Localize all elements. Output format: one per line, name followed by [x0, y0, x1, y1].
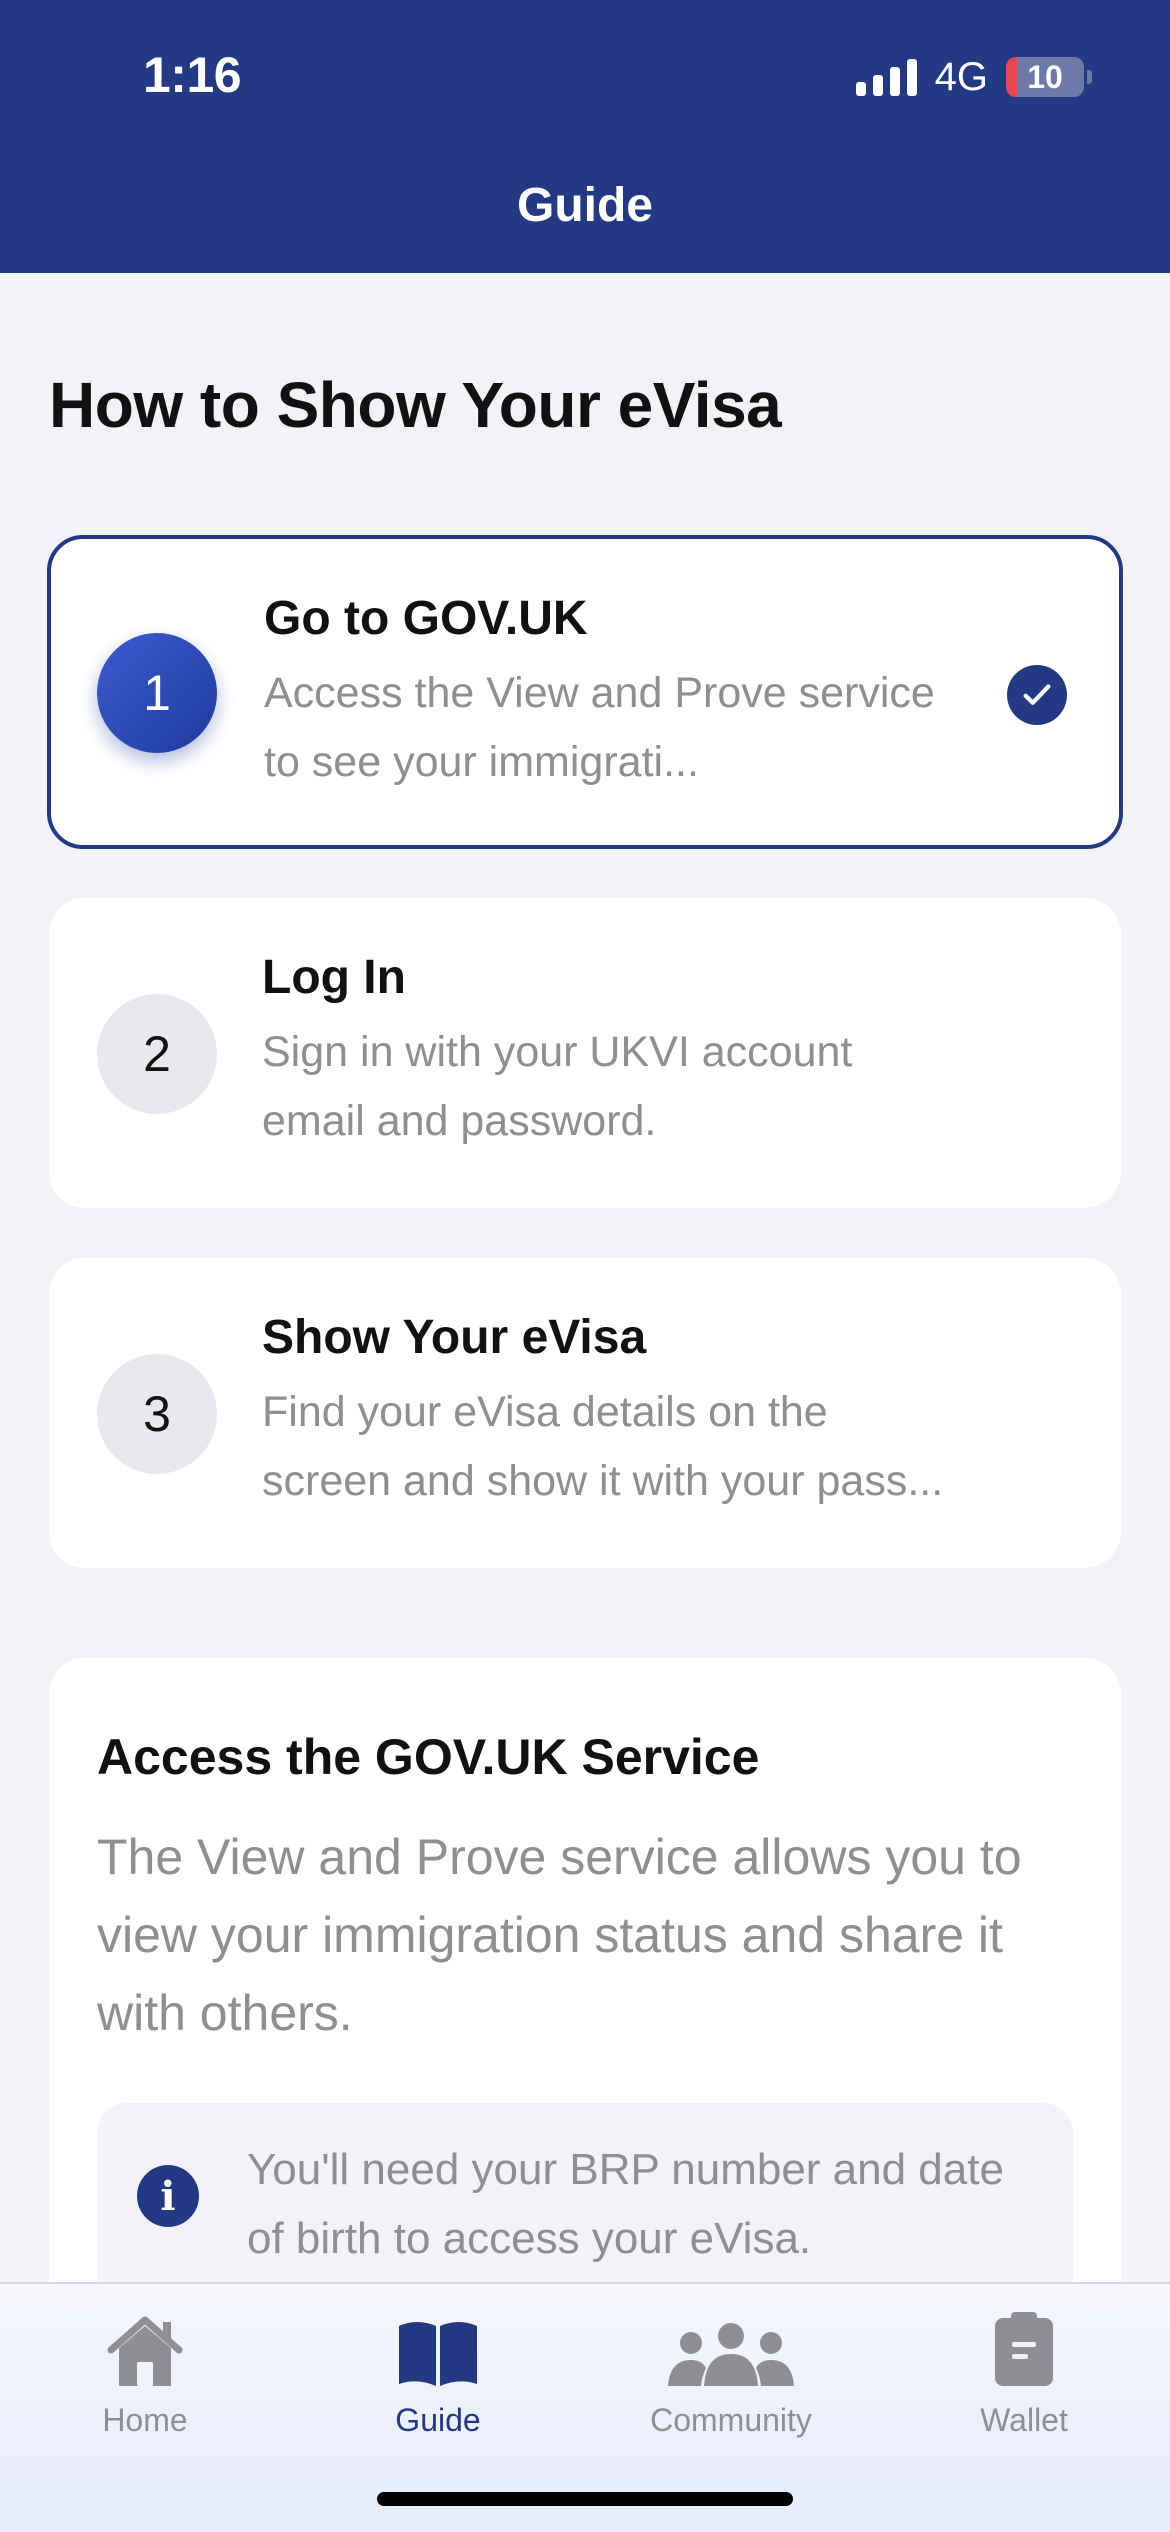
home-indicator[interactable]	[377, 2492, 793, 2506]
battery-level: 10	[1027, 58, 1063, 95]
nav-title: Guide	[516, 179, 653, 232]
step-card-1[interactable]: 1 Go to GOV.UK Access the View and Prove…	[47, 535, 1123, 849]
screen: 1:16 4G 10 Guide How to Show Your eVisa …	[0, 0, 1170, 2532]
check-icon	[1007, 665, 1067, 725]
book-icon	[323, 2304, 553, 2388]
content: How to Show Your eVisa 1 Go to GOV.UK Ac…	[0, 273, 1170, 2358]
tab-home[interactable]: Home	[30, 2304, 260, 2439]
tab-label: Community	[650, 2402, 812, 2438]
tab-label: Guide	[395, 2402, 481, 2438]
step-card-2[interactable]: 2 Log In Sign in with your UKVI account …	[49, 898, 1121, 1208]
step-description: Find your eVisa details on the screen an…	[262, 1388, 944, 1505]
status-indicators: 4G 10	[855, 54, 1092, 100]
step-number: 1	[97, 633, 217, 753]
step-title: Show Your eVisa	[262, 1311, 647, 1364]
info-card-title: Access the GOV.UK Service	[97, 1729, 760, 1785]
home-icon	[30, 2304, 260, 2388]
info-card: Access the GOV.UK Service The View and P…	[49, 1658, 1121, 2358]
step-card-3[interactable]: 3 Show Your eVisa Find your eVisa detail…	[49, 1258, 1121, 1568]
step-description: Sign in with your UKVI account email and…	[262, 1028, 853, 1145]
signal-icon	[855, 58, 917, 96]
info-card-body: The View and Prove service allows you to…	[97, 1829, 1022, 2041]
people-icon	[616, 2304, 846, 2388]
wallet-icon	[909, 2304, 1139, 2388]
step-number: 3	[97, 1354, 217, 1474]
tab-guide[interactable]: Guide	[323, 2304, 553, 2439]
step-title: Go to GOV.UK	[264, 592, 588, 645]
status-time: 1:16	[143, 47, 242, 103]
info-icon: i	[137, 2165, 199, 2227]
tab-wallet[interactable]: Wallet	[909, 2304, 1139, 2439]
battery-icon: 10	[1006, 57, 1092, 97]
page-title: How to Show Your eVisa	[49, 369, 782, 441]
network-type: 4G	[934, 54, 988, 99]
tab-label: Home	[102, 2402, 188, 2438]
step-description: Access the View and Prove service to see…	[264, 669, 935, 786]
tab-label: Wallet	[980, 2402, 1068, 2438]
header: 1:16 4G 10 Guide	[0, 0, 1170, 273]
info-note-text: You'll need your BRP number and date of …	[247, 2145, 1004, 2263]
tab-community[interactable]: Community	[616, 2304, 846, 2439]
step-number: 2	[97, 994, 217, 1114]
step-title: Log In	[262, 951, 406, 1004]
